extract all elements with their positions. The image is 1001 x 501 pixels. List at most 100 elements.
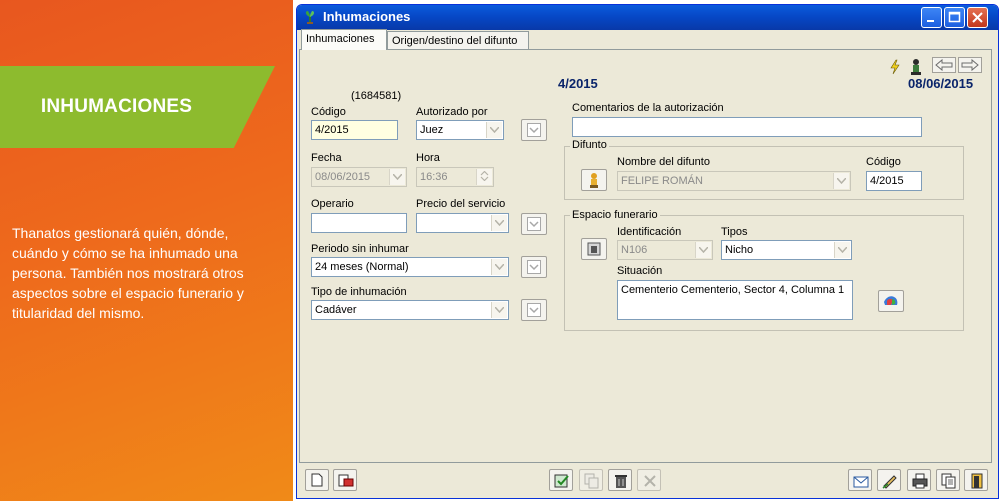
codigo-label: Código [311, 106, 346, 118]
cancel-icon [644, 475, 656, 487]
record-date: 08/06/2015 [908, 76, 974, 91]
map-icon [884, 296, 898, 305]
record-number: 4/2015 [558, 76, 598, 91]
situacion-input[interactable]: Cementerio Cementerio, Sector 4, Columna… [617, 280, 853, 320]
difunto-codigo-label: Código [866, 156, 901, 168]
periodo-value: 24 meses (Normal) [315, 261, 409, 273]
autorizado-value: Juez [420, 124, 444, 136]
precio-button[interactable] [521, 213, 547, 235]
next-record-button[interactable] [958, 57, 982, 73]
chevron-down-icon [389, 169, 405, 185]
periodo-button[interactable] [521, 256, 547, 278]
close-button[interactable] [967, 7, 988, 28]
preview-button[interactable] [936, 469, 960, 491]
copy-icon [584, 473, 599, 489]
exit-button[interactable] [964, 469, 988, 491]
new-button[interactable] [305, 469, 329, 491]
nombre-difunto-value: FELIPE ROMÁN [621, 175, 703, 187]
operario-input[interactable] [311, 213, 407, 233]
chevron-down-icon [491, 302, 507, 318]
identificacion-label: Identificación [617, 226, 682, 238]
record-id: (1684581) [351, 90, 402, 102]
flower-icon [305, 11, 315, 24]
sign-button[interactable] [877, 469, 901, 491]
print-document-icon [338, 474, 354, 487]
niche-icon [587, 242, 601, 256]
periodo-select[interactable]: 24 meses (Normal) [311, 257, 509, 277]
delete-button[interactable] [608, 469, 632, 491]
fecha-label: Fecha [311, 152, 342, 164]
close-icon [972, 12, 983, 23]
arrow-right-icon [961, 58, 979, 72]
trash-icon [615, 475, 627, 488]
mail-button[interactable] [848, 469, 872, 491]
chevron-down-icon [486, 122, 502, 138]
minimize-button[interactable] [921, 7, 942, 28]
fecha-value: 08/06/2015 [315, 171, 371, 183]
precio-label: Precio del servicio [416, 198, 506, 210]
nombre-difunto-select: FELIPE ROMÁN [617, 171, 851, 191]
person-icon[interactable] [908, 58, 924, 76]
situacion-map-button[interactable] [878, 290, 904, 312]
tab-panel: (1684581) 4/2015 08/06/2015 Código 4/201… [299, 49, 992, 463]
envelope-icon [853, 476, 869, 488]
espacio-search-button[interactable] [581, 238, 607, 260]
promo-panel: INHUMACIONES Thanatos gestionará quién, … [0, 0, 293, 501]
previous-record-button[interactable] [932, 57, 956, 73]
save-icon [554, 474, 569, 488]
hora-value: 16:36 [420, 171, 448, 183]
tipos-value: Nicho [725, 244, 754, 256]
comentarios-input[interactable] [572, 117, 922, 137]
tab-inhumaciones[interactable]: Inhumaciones [301, 29, 387, 50]
new-document-icon [311, 473, 323, 487]
chevron-down-icon [491, 215, 507, 231]
autorizado-button[interactable] [521, 119, 547, 141]
pen-icon [882, 475, 897, 489]
autorizado-select[interactable]: Juez [416, 120, 504, 140]
comentarios-label: Comentarios de la autorización [572, 102, 724, 114]
copy-button[interactable] [579, 469, 603, 491]
identificacion-select: N106 [617, 240, 713, 260]
tipo-button[interactable] [521, 299, 547, 321]
periodo-label: Periodo sin inhumar [311, 243, 409, 255]
chevron-down-icon [833, 173, 849, 189]
title-bar: Inhumaciones [297, 5, 998, 30]
maximize-button[interactable] [944, 7, 965, 28]
cancel-button[interactable] [637, 469, 661, 491]
exit-door-icon [971, 473, 983, 489]
tipo-label: Tipo de inhumación [311, 286, 407, 298]
hora-label: Hora [416, 152, 440, 164]
chevron-down-icon [834, 242, 850, 258]
print-list-button[interactable] [333, 469, 357, 491]
person-icon [590, 173, 598, 188]
difunto-group-title: Difunto [570, 139, 609, 151]
lightning-icon[interactable] [887, 59, 903, 75]
precio-select[interactable] [416, 213, 509, 233]
maximize-icon [948, 11, 961, 23]
tipo-select[interactable]: Cadáver [311, 300, 509, 320]
tipos-label: Tipos [721, 226, 748, 238]
chevron-down-icon [491, 259, 507, 275]
nombre-difunto-label: Nombre del difunto [617, 156, 710, 168]
difunto-search-button[interactable] [581, 169, 607, 191]
autorizado-label: Autorizado por [416, 106, 488, 118]
tab-origen-destino[interactable]: Origen/destino del difunto [387, 31, 529, 49]
spinner-icon [476, 169, 492, 185]
dropdown-icon [527, 217, 541, 231]
save-button[interactable] [549, 469, 573, 491]
promo-description: Thanatos gestionará quién, dónde, cuándo… [12, 225, 244, 321]
window-title: Inhumaciones [323, 9, 411, 24]
codigo-input[interactable]: 4/2015 [311, 120, 398, 140]
tipos-select[interactable]: Nicho [721, 240, 852, 260]
dropdown-icon [527, 123, 541, 137]
fecha-input: 08/06/2015 [311, 167, 407, 187]
dropdown-icon [527, 260, 541, 274]
documents-icon [941, 473, 956, 489]
chevron-down-icon [695, 242, 711, 258]
dropdown-icon [527, 303, 541, 317]
tipo-value: Cadáver [315, 304, 357, 316]
difunto-codigo-input[interactable]: 4/2015 [866, 171, 922, 191]
app-window: Inhumaciones Inhumaciones Origen/destino… [296, 4, 999, 499]
hora-input: 16:36 [416, 167, 494, 187]
print-button[interactable] [907, 469, 931, 491]
